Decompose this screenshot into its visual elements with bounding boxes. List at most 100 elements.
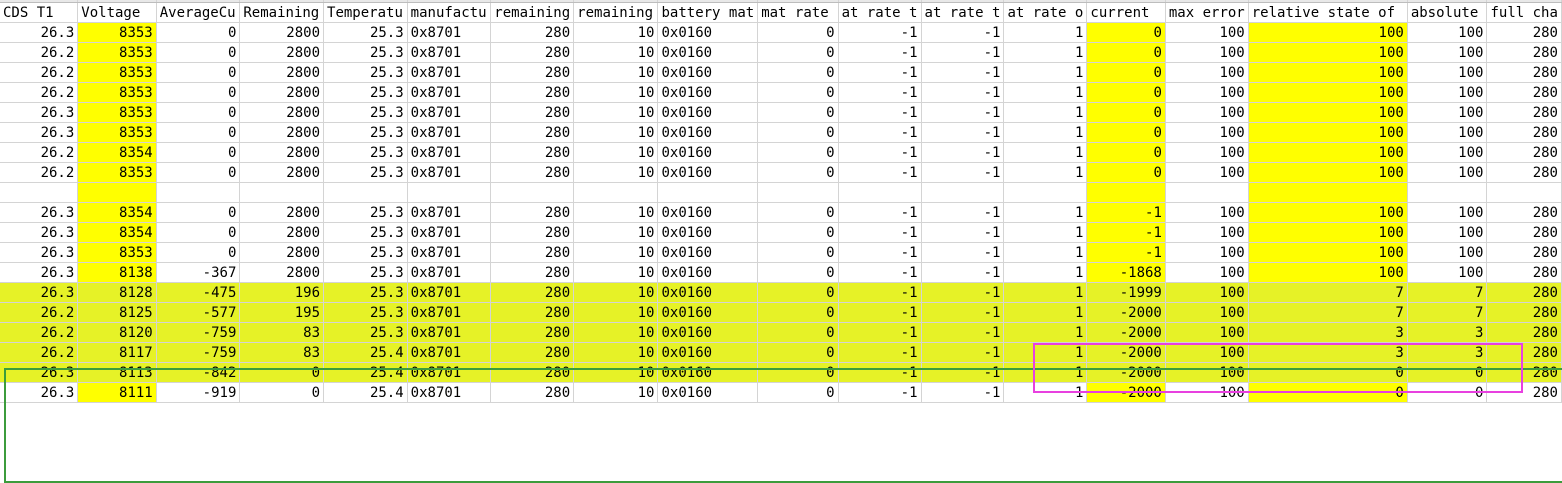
table-cell[interactable]: 280 (490, 82, 575, 103)
table-cell[interactable]: 8111 (77, 382, 157, 403)
table-cell[interactable] (1486, 182, 1562, 203)
header-cell[interactable]: at rate t (838, 2, 922, 23)
table-cell[interactable]: 280 (1486, 302, 1562, 323)
table-cell[interactable] (757, 182, 839, 203)
table-cell[interactable]: 0 (757, 362, 839, 383)
table-cell[interactable]: 0x0160 (657, 302, 759, 323)
table-cell[interactable]: 0x0160 (657, 262, 759, 283)
table-cell[interactable]: 0 (1086, 42, 1166, 63)
table-cell[interactable]: 26.2 (0, 62, 79, 83)
table-cell[interactable]: 0x0160 (657, 142, 759, 163)
table-cell[interactable]: 0 (757, 162, 839, 183)
table-cell[interactable]: 0x8701 (407, 22, 492, 43)
table-cell[interactable]: 0x8701 (407, 302, 492, 323)
header-cell[interactable]: AverageCu (156, 2, 241, 23)
table-cell[interactable]: 0x8701 (407, 222, 492, 243)
table-cell[interactable]: 280 (1486, 282, 1562, 303)
table-cell[interactable]: 8354 (77, 202, 157, 223)
table-cell[interactable]: -1 (921, 262, 1005, 283)
table-cell[interactable]: 0 (156, 202, 241, 223)
table-cell[interactable]: 26.3 (0, 262, 79, 283)
table-cell[interactable]: 280 (490, 42, 575, 63)
table-cell[interactable]: 0x0160 (657, 342, 759, 363)
table-cell[interactable]: 10 (573, 62, 659, 83)
table-cell[interactable]: 2800 (239, 222, 325, 243)
table-cell[interactable]: 196 (239, 282, 325, 303)
table-cell[interactable]: -1 (921, 162, 1005, 183)
table-cell[interactable]: 0 (1407, 382, 1488, 403)
table-cell[interactable]: 10 (573, 222, 659, 243)
table-cell[interactable]: 3 (1248, 322, 1408, 343)
table-cell[interactable]: 280 (490, 262, 575, 283)
table-cell[interactable]: -1 (838, 22, 922, 43)
table-cell[interactable]: -2000 (1086, 342, 1166, 363)
table-cell[interactable]: -1 (838, 302, 922, 323)
table-cell[interactable]: 1 (1003, 322, 1088, 343)
table-cell[interactable]: 280 (490, 22, 575, 43)
table-cell[interactable]: 0 (156, 162, 241, 183)
table-cell[interactable]: 0 (156, 22, 241, 43)
table-cell[interactable]: 26.2 (0, 142, 79, 163)
table-cell[interactable]: 280 (1486, 82, 1562, 103)
table-cell[interactable]: 1 (1003, 162, 1088, 183)
table-cell[interactable]: 0x8701 (407, 162, 492, 183)
table-cell[interactable]: 100 (1165, 342, 1249, 363)
table-cell[interactable]: -1 (921, 62, 1005, 83)
table-cell[interactable]: 83 (239, 342, 325, 363)
table-cell[interactable]: 8353 (77, 22, 157, 43)
table-cell[interactable]: 0x8701 (407, 242, 492, 263)
table-cell[interactable]: -1868 (1086, 262, 1166, 283)
table-cell[interactable]: 8117 (77, 342, 157, 363)
table-cell[interactable]: 100 (1165, 22, 1249, 43)
table-cell[interactable]: 26.3 (0, 22, 79, 43)
table-cell[interactable]: -1 (838, 202, 922, 223)
table-cell[interactable]: 280 (490, 322, 575, 343)
table-cell[interactable]: 100 (1248, 162, 1408, 183)
header-cell[interactable]: full cha (1486, 2, 1562, 23)
table-cell[interactable]: 26.2 (0, 162, 79, 183)
table-cell[interactable]: 26.3 (0, 102, 79, 123)
table-cell[interactable]: 0 (156, 222, 241, 243)
table-cell[interactable]: 100 (1248, 202, 1408, 223)
table-cell[interactable]: 0 (1086, 162, 1166, 183)
table-cell[interactable]: 100 (1407, 42, 1488, 63)
table-cell[interactable]: 0 (1248, 362, 1408, 383)
table-cell[interactable]: 0 (757, 322, 839, 343)
table-cell[interactable]: 10 (573, 302, 659, 323)
table-cell[interactable]: 8354 (77, 222, 157, 243)
table-cell[interactable]: 280 (1486, 242, 1562, 263)
table-cell[interactable]: 280 (490, 122, 575, 143)
table-cell[interactable]: 8138 (77, 262, 157, 283)
table-cell[interactable]: 0 (156, 42, 241, 63)
table-cell[interactable]: 100 (1165, 82, 1249, 103)
table-cell[interactable]: -1 (838, 142, 922, 163)
table-cell[interactable]: 26.2 (0, 42, 79, 63)
table-cell[interactable]: 100 (1407, 242, 1488, 263)
table-cell[interactable]: -1 (1086, 242, 1166, 263)
table-cell[interactable] (838, 182, 922, 203)
table-cell[interactable]: 0x0160 (657, 22, 759, 43)
table-cell[interactable]: 10 (573, 102, 659, 123)
table-cell[interactable]: 0 (1086, 102, 1166, 123)
table-cell[interactable]: 26.2 (0, 82, 79, 103)
table-cell[interactable]: 0x8701 (407, 62, 492, 83)
table-cell[interactable]: 26.3 (0, 122, 79, 143)
table-cell[interactable]: 2800 (239, 62, 325, 83)
table-cell[interactable]: 1 (1003, 102, 1088, 123)
table-cell[interactable]: 100 (1248, 262, 1408, 283)
table-cell[interactable]: 280 (1486, 222, 1562, 243)
header-cell[interactable]: remaining (573, 2, 659, 23)
table-cell[interactable]: 0 (1407, 362, 1488, 383)
table-cell[interactable]: 100 (1248, 242, 1408, 263)
table-cell[interactable]: 100 (1165, 102, 1249, 123)
table-cell[interactable]: 25.3 (323, 102, 408, 123)
table-cell[interactable]: 0 (757, 202, 839, 223)
table-cell[interactable]: -1 (1086, 222, 1166, 243)
table-cell[interactable]: 0 (1086, 82, 1166, 103)
table-cell[interactable]: 8353 (77, 242, 157, 263)
table-cell[interactable]: 10 (573, 42, 659, 63)
table-cell[interactable]: -1 (838, 242, 922, 263)
table-cell[interactable]: 0x0160 (657, 62, 759, 83)
table-cell[interactable]: 0 (757, 42, 839, 63)
table-cell[interactable]: 0x0160 (657, 42, 759, 63)
